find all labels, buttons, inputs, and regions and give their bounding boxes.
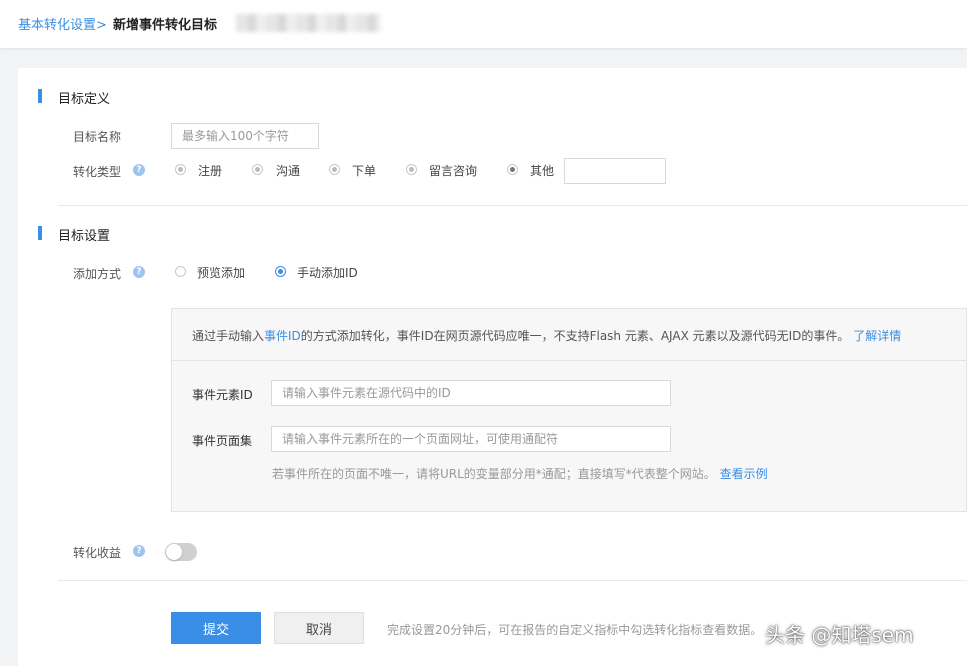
breadcrumb-basic-settings-link[interactable]: 基本转化设置> — [18, 14, 107, 33]
type-communicate-radio[interactable] — [252, 164, 263, 175]
event-id-input[interactable] — [271, 380, 671, 406]
event-page-hint: 若事件所在的页面不唯一，请将URL的变量部分用*通配；直接填写*代表整个网站。 … — [272, 465, 768, 482]
type-order-radio[interactable] — [329, 164, 340, 175]
main-card: 目标定义 目标名称 转化类型 ? 注册 沟通 下单 留言咨询 其他 目标设置 添… — [18, 68, 967, 666]
type-order-label: 下单 — [352, 164, 377, 178]
panel-info-bar: 通过手动输入事件ID的方式添加转化，事件ID在网页源代码应唯一，不支持Flash… — [172, 309, 966, 361]
info-suffix: 的方式添加转化，事件ID在网页源代码应唯一，不支持Flash 元素、AJAX 元… — [300, 329, 850, 343]
type-communicate-label: 沟通 — [276, 164, 301, 178]
question-circle-icon[interactable]: ? — [133, 164, 145, 176]
view-example-link[interactable]: 查看示例 — [720, 467, 768, 481]
question-circle-icon[interactable]: ? — [133, 545, 145, 557]
section-title-goal-definition: 目标定义 — [58, 92, 111, 107]
conversion-revenue-label: 转化收益 — [73, 546, 122, 560]
goal-name-input[interactable] — [171, 123, 319, 149]
info-prefix: 通过手动输入 — [192, 329, 265, 343]
event-page-label: 事件页面集 — [192, 434, 253, 448]
section-marker — [38, 226, 42, 240]
submit-button[interactable]: 提交 — [171, 612, 261, 644]
cancel-button[interactable]: 取消 — [274, 612, 364, 644]
question-circle-icon[interactable]: ? — [133, 266, 145, 278]
method-preview-radio[interactable] — [175, 266, 186, 277]
blurred-site-name — [236, 14, 381, 32]
submit-hint: 完成设置20分钟后，可在报告的自定义指标中勾选转化指标查看数据。 — [387, 623, 763, 637]
type-other-label: 其他 — [530, 164, 555, 178]
event-id-label: 事件元素ID — [192, 388, 253, 402]
top-bar: 基本转化设置> 新增事件转化目标 — [0, 0, 967, 48]
info-event-id-highlight: 事件ID — [264, 329, 301, 343]
breadcrumb-current-page: 新增事件转化目标 — [113, 18, 218, 33]
add-method-label: 添加方式 — [73, 267, 122, 281]
type-register-label: 注册 — [198, 164, 223, 178]
type-consult-radio[interactable] — [406, 164, 417, 175]
type-other-input[interactable] — [564, 158, 666, 184]
type-register-radio[interactable] — [175, 164, 186, 175]
conversion-revenue-toggle[interactable] — [165, 543, 197, 561]
section-marker — [38, 89, 42, 103]
method-manual-radio[interactable] — [275, 266, 286, 277]
method-preview-label: 预览添加 — [197, 266, 246, 280]
event-page-input[interactable] — [271, 426, 671, 452]
page-hint-text: 若事件所在的页面不唯一，请将URL的变量部分用*通配；直接填写*代表整个网站。 — [272, 467, 716, 481]
learn-more-link[interactable]: 了解详情 — [853, 329, 901, 343]
goal-name-label: 目标名称 — [73, 130, 122, 144]
manual-id-panel: 通过手动输入事件ID的方式添加转化，事件ID在网页源代码应唯一，不支持Flash… — [171, 308, 967, 512]
section-divider — [58, 205, 967, 206]
method-manual-label: 手动添加ID — [297, 266, 358, 280]
toggle-knob — [166, 544, 182, 560]
watermark: 头条 @知塔sem — [765, 623, 914, 647]
type-consult-label: 留言咨询 — [429, 164, 478, 178]
manual-id-info-text: 通过手动输入事件ID的方式添加转化，事件ID在网页源代码应唯一，不支持Flash… — [192, 327, 901, 344]
section-title-goal-settings: 目标设置 — [58, 229, 111, 244]
conversion-type-label: 转化类型 — [73, 165, 122, 179]
type-other-radio[interactable] — [507, 164, 518, 175]
actions-divider — [58, 580, 967, 581]
